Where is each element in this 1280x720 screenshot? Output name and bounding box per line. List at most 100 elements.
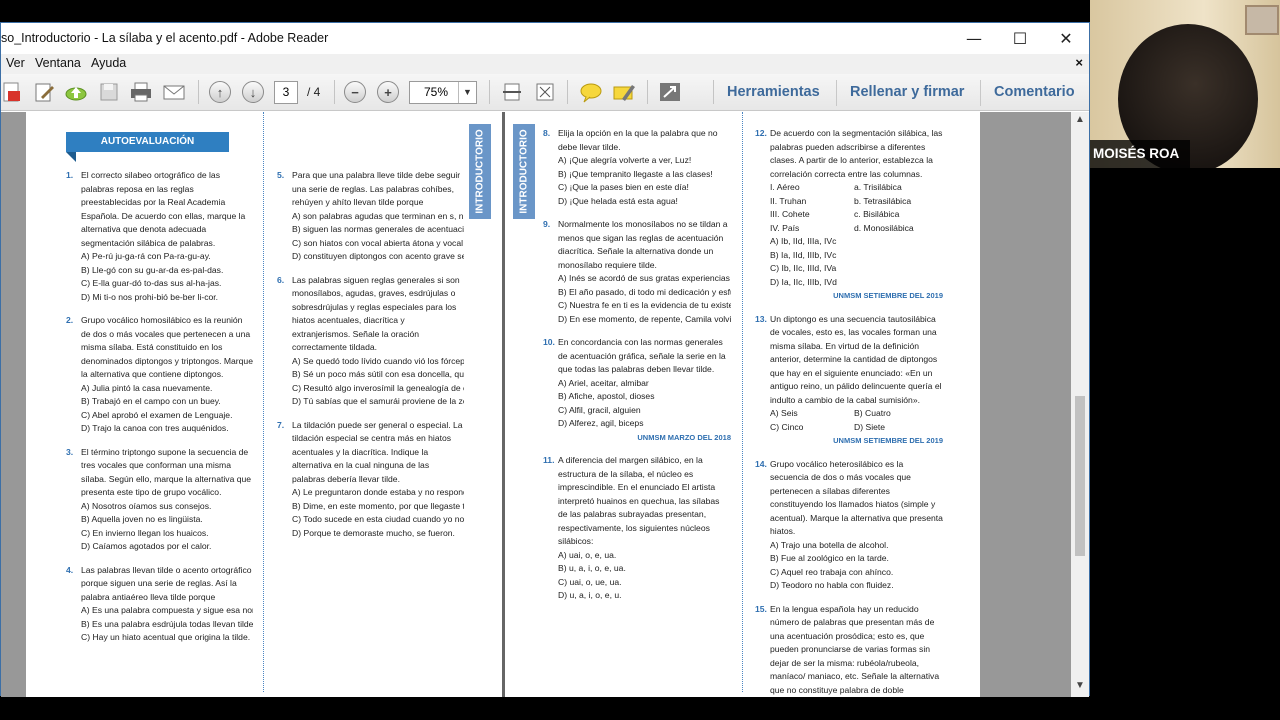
- question-stem: Elija la opción en la que la palabra que…: [558, 128, 718, 152]
- tools-link[interactable]: Herramientas: [727, 84, 820, 100]
- adobe-reader-window: so_Introductorio - La sílaba y el acento…: [0, 22, 1090, 697]
- option-right: B) Cuatro: [854, 408, 891, 418]
- chevron-down-icon[interactable]: ▼: [458, 82, 476, 103]
- toolbar-separator: [567, 80, 568, 104]
- toolbar-separator: [198, 80, 199, 104]
- expand-icon[interactable]: [658, 80, 682, 104]
- question-column-4: 12. De acuerdo con la segmentación silábi…: [755, 127, 943, 697]
- fill-sign-link[interactable]: Rellenar y firmar: [850, 84, 964, 100]
- option-pair: IV. País d. Monosilábica: [755, 222, 943, 236]
- question-item: 13. Un diptongo es una secuencia tautosil…: [755, 313, 943, 448]
- answer-option: A) son palabras agudas que terminan en s…: [292, 210, 464, 221]
- option-right: c. Bisilábica: [854, 209, 900, 219]
- answer-option: B) Aquella joven no es lingüista.: [81, 514, 203, 524]
- option-pair: I. Aéreo a. Trisilábica: [755, 181, 943, 195]
- scroll-down-icon[interactable]: ▼: [1071, 680, 1089, 696]
- exam-source-label: UNMSM SETIEMBRE DEL 2019: [833, 436, 943, 445]
- menu-ver[interactable]: Ver: [6, 56, 25, 70]
- question-item: 12. De acuerdo con la segmentación silábi…: [755, 127, 943, 303]
- window-title: so_Introductorio - La sílaba y el acento…: [1, 31, 329, 45]
- zoom-out-icon[interactable]: −: [343, 80, 367, 104]
- fit-width-icon[interactable]: [500, 80, 524, 104]
- scroll-up-icon[interactable]: ▲: [1071, 114, 1089, 130]
- question-item: 2. Grupo vocálico homosilábico es la reun…: [66, 314, 253, 436]
- option-left: A) Seis: [770, 408, 798, 418]
- question-item: 11. A diferencia del margen silábico, en …: [543, 454, 731, 603]
- badge-fold: [66, 152, 76, 162]
- highlight-icon[interactable]: [612, 80, 636, 104]
- answer-option: B) u, a, i, o, e, ua.: [558, 563, 626, 573]
- page-total: / 4: [307, 85, 321, 99]
- question-column-2: 5. Para que una palabra lleve tilde debe …: [277, 169, 464, 550]
- answer-option: C) Abel aprobó el examen de Lenguaje.: [81, 409, 233, 420]
- close-button[interactable]: ✕: [1043, 23, 1089, 54]
- column-divider: [742, 112, 743, 692]
- answer-option: A) ¡Que alegría volverte a ver, Luz!: [558, 155, 692, 165]
- exam-source-label: UNMSM MARZO DEL 2018: [637, 432, 731, 442]
- fit-page-icon[interactable]: [533, 80, 557, 104]
- answer-option: C) son hiatos con vocal abierta átona y …: [292, 237, 464, 248]
- scrollbar-thumb[interactable]: [1075, 396, 1085, 556]
- webcam-overlay: MOISÉS ROA: [1090, 0, 1280, 168]
- menu-ventana[interactable]: Ventana: [35, 56, 81, 70]
- answer-option: B) Es una palabra esdrújula todas llevan…: [81, 618, 253, 629]
- option-left: I. Aéreo: [770, 182, 800, 192]
- create-pdf-icon[interactable]: [0, 80, 23, 104]
- zoom-in-icon[interactable]: +: [376, 80, 400, 104]
- save-icon[interactable]: [97, 80, 121, 104]
- answer-option: A) Ariel, aceitar, almibar: [558, 377, 649, 388]
- zoom-select[interactable]: 75% ▼: [409, 81, 477, 104]
- question-number: 15.: [755, 603, 767, 614]
- answer-option: C) Alfil, gracil, alguien: [558, 404, 641, 415]
- question-number: 14.: [755, 458, 767, 469]
- question-item: 6. Las palabras siguen reglas generales s…: [277, 274, 464, 409]
- minimize-button[interactable]: —: [951, 23, 997, 54]
- vertical-scrollbar[interactable]: ▲ ▼: [1071, 112, 1089, 697]
- previous-page-icon[interactable]: ↑: [208, 80, 232, 104]
- option-pair: C) Cinco D) Siete: [755, 421, 943, 435]
- zoom-value: 75%: [424, 85, 449, 99]
- document-viewport[interactable]: AUTOEVALUACIÓN INTRODUCTORIO INTRODUCTOR…: [1, 112, 1089, 697]
- question-stem: Las palabras llevan tilde o acento ortog…: [81, 564, 252, 602]
- side-tab-introductorio: INTRODUCTORIO: [469, 124, 491, 219]
- comment-link[interactable]: Comentario: [994, 84, 1075, 100]
- option-right: d. Monosilábica: [854, 222, 914, 233]
- question-number: 1.: [66, 170, 74, 180]
- print-icon[interactable]: [129, 80, 153, 104]
- question-number: 6.: [277, 274, 285, 285]
- menu-ayuda[interactable]: Ayuda: [91, 56, 126, 70]
- answer-option: A) Es una palabra compuesta y sigue esa …: [81, 605, 253, 615]
- answer-option: B) Ia, IId, IIIb, IVc: [770, 249, 837, 260]
- answer-option: A) Julia pintó la casa nuevamente.: [81, 382, 213, 393]
- answer-option: D) En ese momento, de repente, Camila vo…: [558, 313, 731, 324]
- answer-option: D) Trajo la canoa con tres auquénidos.: [81, 423, 229, 433]
- close-document-icon[interactable]: ×: [1075, 55, 1083, 70]
- option-left: C) Cinco: [770, 421, 804, 432]
- toolbar-separator: [980, 80, 981, 106]
- question-stem: El correcto silabeo ortográfico de las p…: [81, 170, 246, 248]
- question-stem: Grupo vocálico homosilábico es la reunió…: [81, 315, 253, 379]
- comment-icon[interactable]: [579, 80, 603, 104]
- option-pair: II. Truhan b. Tetrasilábica: [755, 195, 943, 209]
- edit-icon[interactable]: [32, 80, 56, 104]
- answer-option: D) ¡Que helada está esta agua!: [558, 195, 678, 206]
- maximize-button[interactable]: ☐: [997, 23, 1043, 54]
- question-number: 12.: [755, 128, 767, 138]
- email-icon[interactable]: [162, 80, 186, 104]
- question-stem: Para que una palabra lleve tilde debe se…: [292, 170, 461, 207]
- answer-option: D) u, a, i, o, e, u.: [558, 590, 622, 600]
- toolbar-separator: [713, 80, 714, 104]
- pdf-page: AUTOEVALUACIÓN INTRODUCTORIO INTRODUCTOR…: [26, 112, 980, 697]
- answer-option: A) Trajo una botella de alcohol.: [770, 539, 889, 550]
- answer-option: A) Inés se acordó de sus gratas experien…: [558, 273, 731, 283]
- question-number: 9.: [543, 219, 551, 229]
- question-number: 2.: [66, 315, 74, 325]
- next-page-icon[interactable]: ↓: [241, 80, 265, 104]
- question-stem: La tildación puede ser general o especia…: [292, 419, 463, 484]
- page-number-input[interactable]: 3: [274, 81, 298, 104]
- answer-option: C) Nuestra fe en ti es la evidencia de t…: [558, 300, 731, 310]
- answer-option: B) El año pasado, di todo mi dedicación …: [558, 286, 731, 297]
- question-item: 3. El término triptongo supone la secuenc…: [66, 446, 253, 554]
- cloud-upload-icon[interactable]: [64, 80, 88, 104]
- answer-option: D) Mi ti-o nos prohi-bió be-ber li-cor.: [81, 291, 219, 302]
